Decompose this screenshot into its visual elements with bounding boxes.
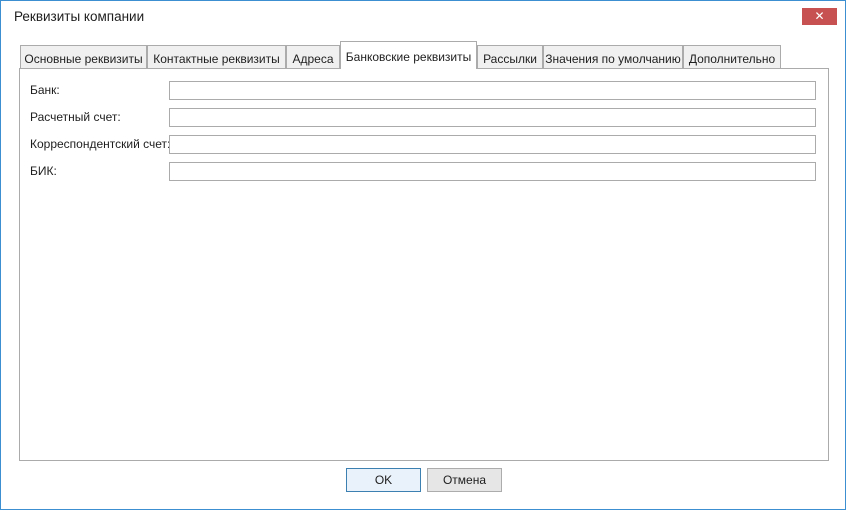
bank-row: Банк: — [20, 81, 830, 101]
bank-label: Банк: — [30, 83, 60, 97]
corr-account-input[interactable] — [169, 135, 816, 154]
bik-row: БИК: — [20, 162, 830, 182]
corr-account-row: Корреспондентский счет: — [20, 135, 830, 155]
close-button[interactable]: ✕ — [802, 8, 837, 25]
bik-label: БИК: — [30, 164, 57, 178]
bank-details-panel: Банк: Расчетный счет: Корреспондентский … — [19, 68, 829, 461]
corr-account-label: Корреспондентский счет: — [30, 137, 171, 151]
bik-input[interactable] — [169, 162, 816, 181]
tab-additional[interactable]: Дополнительно — [683, 45, 781, 68]
tab-default-values[interactable]: Значения по умолчанию — [543, 45, 683, 68]
dialog-window: Реквизиты компании ✕ Основные реквизиты … — [0, 0, 846, 510]
window-title: Реквизиты компании — [14, 9, 145, 24]
account-input[interactable] — [169, 108, 816, 127]
tab-bank-details[interactable]: Банковские реквизиты — [340, 41, 477, 69]
account-label: Расчетный счет: — [30, 110, 121, 124]
tab-addresses[interactable]: Адреса — [286, 45, 340, 68]
ok-button[interactable]: OK — [346, 468, 421, 492]
close-icon: ✕ — [814, 9, 825, 23]
cancel-button[interactable]: Отмена — [427, 468, 502, 492]
bank-input[interactable] — [169, 81, 816, 100]
tab-mailings[interactable]: Рассылки — [477, 45, 543, 68]
title-bar[interactable]: Реквизиты компании ✕ — [1, 1, 845, 32]
tab-basic-details[interactable]: Основные реквизиты — [20, 45, 147, 68]
tab-contact-details[interactable]: Контактные реквизиты — [147, 45, 286, 68]
account-row: Расчетный счет: — [20, 108, 830, 128]
